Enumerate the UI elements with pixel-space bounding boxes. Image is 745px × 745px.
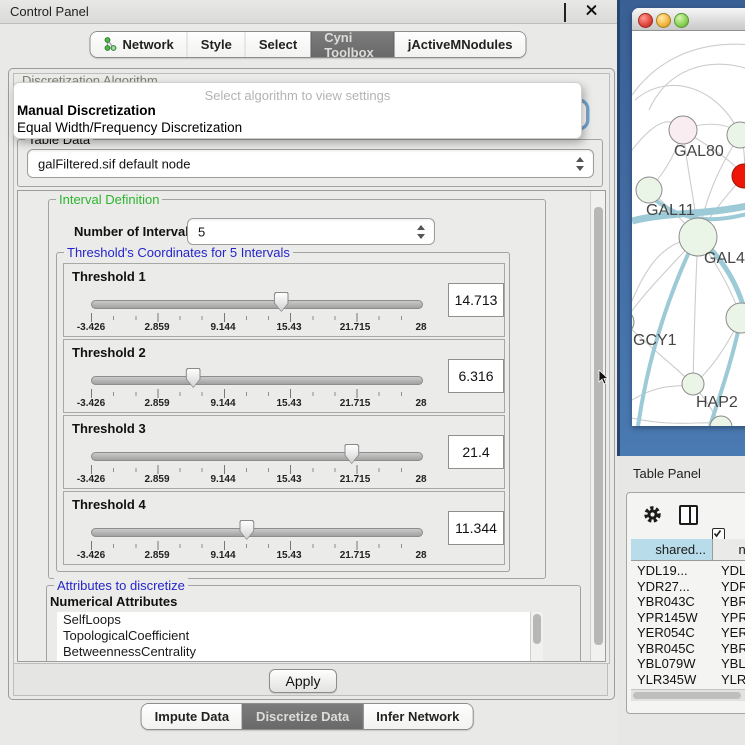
threshold-3-value-field[interactable] <box>448 435 504 469</box>
threshold-4-slider[interactable]: -3.426 2.859 9.144 15.43 21.715 28 <box>91 519 421 561</box>
dropdown-option-manual[interactable]: Manual Discretization <box>17 103 156 118</box>
list-item[interactable]: BetweennessCentrality <box>57 644 542 660</box>
slider-track[interactable] <box>91 376 423 385</box>
close-icon[interactable] <box>586 4 601 19</box>
slider-thumb[interactable] <box>186 368 201 388</box>
attributes-group: Attributes to discretize Numerical Attri… <box>46 585 581 662</box>
node <box>669 116 697 144</box>
threshold-2-value-field[interactable] <box>448 359 504 393</box>
control-panel-titlebar: Control Panel <box>0 0 617 24</box>
slider-track[interactable] <box>91 528 423 537</box>
node-selected <box>732 164 745 188</box>
network-icon <box>104 37 118 52</box>
slider-thumb[interactable] <box>274 292 289 312</box>
tab-impute-data[interactable]: Impute Data <box>142 704 242 729</box>
network-window: GAL80 GAL11 GAL4 GCY1 HAP2 G C H <box>632 8 745 426</box>
spinner-arrows-icon <box>417 225 426 239</box>
interval-definition-title: Interval Definition <box>56 192 162 207</box>
network-canvas[interactable]: GAL80 GAL11 GAL4 GCY1 HAP2 G C H <box>632 30 745 426</box>
float-window-icon[interactable] <box>564 4 579 19</box>
threshold-1-box: Threshold 1 -3.426 2.859 9.144 15.43 21.… <box>63 263 505 337</box>
tab-cyni-toolbox[interactable]: Cyni Toolbox <box>310 32 394 57</box>
table-horizontal-scrollbar[interactable] <box>631 689 745 701</box>
node-label: GAL11 <box>646 202 695 219</box>
table-toolbar <box>627 493 745 535</box>
numerical-attributes-list[interactable]: SelfLoops TopologicalCoefficient Between… <box>57 612 542 662</box>
table-panel: Table Panel shared... na <box>617 456 745 745</box>
top-tabstrip: Network Style Select Cyni Toolbox jActiv… <box>90 31 527 58</box>
list-scrollbar[interactable] <box>530 612 543 662</box>
thresholds-title: Threshold's Coordinates for 5 Intervals <box>64 245 293 260</box>
bottom-tabstrip: Impute Data Discretize Data Infer Networ… <box>141 703 474 730</box>
tab-network[interactable]: Network <box>91 32 187 57</box>
settings-scroll-panel: Interval Definition Number of Intervals … <box>17 190 606 662</box>
threshold-1-slider[interactable]: -3.426 2.859 9.144 15.43 21.715 28 <box>91 291 421 333</box>
dropdown-hint: Select algorithm to view settings <box>14 88 581 103</box>
tab-select[interactable]: Select <box>245 32 310 57</box>
threshold-1-value-field[interactable] <box>448 283 504 317</box>
num-intervals-label: Number of Intervals <box>74 224 196 239</box>
node <box>636 177 662 203</box>
num-intervals-combobox[interactable]: 5 <box>187 218 435 245</box>
numerical-attributes-label: Numerical Attributes <box>50 594 177 609</box>
node <box>727 122 745 148</box>
mouse-cursor <box>598 370 610 386</box>
settings-gear-icon[interactable] <box>643 505 662 524</box>
table-data-combobox[interactable]: galFiltered.sif default node <box>27 149 594 178</box>
spinner-arrows-icon <box>576 157 585 171</box>
threshold-3-slider[interactable]: -3.426 2.859 9.144 15.43 21.715 28 <box>91 443 421 485</box>
apply-strip: Apply <box>13 663 608 696</box>
node-label: GAL4 <box>704 250 745 267</box>
network-view-frame: GAL80 GAL11 GAL4 GCY1 HAP2 G C H <box>617 0 745 456</box>
column-header-shared[interactable]: shared... <box>631 539 713 561</box>
node <box>726 303 745 333</box>
slider-thumb[interactable] <box>344 444 359 464</box>
attributes-title: Attributes to discretize <box>54 578 188 593</box>
list-item[interactable]: TopologicalCoefficient <box>57 628 542 644</box>
threshold-4-box: Threshold 4 -3.426 2.859 9.144 15.43 21.… <box>63 491 505 565</box>
table-column-shared-cells[interactable]: YDL19...YDR27...YBR043CYPR145WYER054CYBR… <box>637 563 698 703</box>
table-panel-title: Table Panel <box>633 466 701 481</box>
tab-style[interactable]: Style <box>187 32 245 57</box>
algorithm-dropdown-popup: Select algorithm to view settings Manual… <box>13 82 582 139</box>
threshold-3-box: Threshold 3 -3.426 2.859 9.144 15.43 21.… <box>63 415 505 489</box>
screen: Control Panel Network Style Select Cyni … <box>0 0 745 745</box>
panel-scrollbar[interactable] <box>590 191 605 661</box>
threshold-4-value-field[interactable] <box>448 511 504 545</box>
threshold-2-slider[interactable]: -3.426 2.859 9.144 15.43 21.715 28 <box>91 367 421 409</box>
table-column-name-cells[interactable]: YDL1YDR2YBR0YPR1YER0YBR0YBL0YLR3YIL0 <box>721 563 745 703</box>
slider-track[interactable] <box>91 300 423 309</box>
tab-infer-network[interactable]: Infer Network <box>362 704 472 729</box>
zoom-light-icon[interactable] <box>674 13 689 28</box>
interval-definition-group: Interval Definition Number of Intervals … <box>48 199 546 579</box>
node-label: GAL80 <box>674 143 724 160</box>
dropdown-option-equal-width[interactable]: Equal Width/Frequency Discretization <box>17 120 242 135</box>
slider-thumb[interactable] <box>239 520 254 540</box>
node <box>682 373 704 395</box>
list-item[interactable]: SelfLoops <box>57 612 542 628</box>
node-label: GCY1 <box>633 332 677 349</box>
threshold-2-box: Threshold 2 -3.426 2.859 9.144 15.43 21.… <box>63 339 505 413</box>
table-panel-box: shared... na YDL19...YDR27...YBR043CYPR1… <box>626 492 745 714</box>
split-columns-icon[interactable] <box>679 505 698 525</box>
table-data-group: Table Data galFiltered.sif default node <box>17 139 603 187</box>
slider-track[interactable] <box>91 452 423 461</box>
tab-discretize-data[interactable]: Discretize Data <box>242 704 362 729</box>
tab-jactivemnodules[interactable]: jActiveMNodules <box>394 32 526 57</box>
thresholds-group: Threshold's Coordinates for 5 Intervals … <box>56 252 510 572</box>
column-header-name[interactable]: na <box>713 539 745 561</box>
close-light-icon[interactable] <box>638 13 653 28</box>
control-panel-title: Control Panel <box>10 4 89 19</box>
node-label: HAP2 <box>696 394 738 411</box>
network-window-titlebar <box>632 8 745 31</box>
apply-button[interactable]: Apply <box>269 669 337 693</box>
minimize-light-icon[interactable] <box>656 13 671 28</box>
